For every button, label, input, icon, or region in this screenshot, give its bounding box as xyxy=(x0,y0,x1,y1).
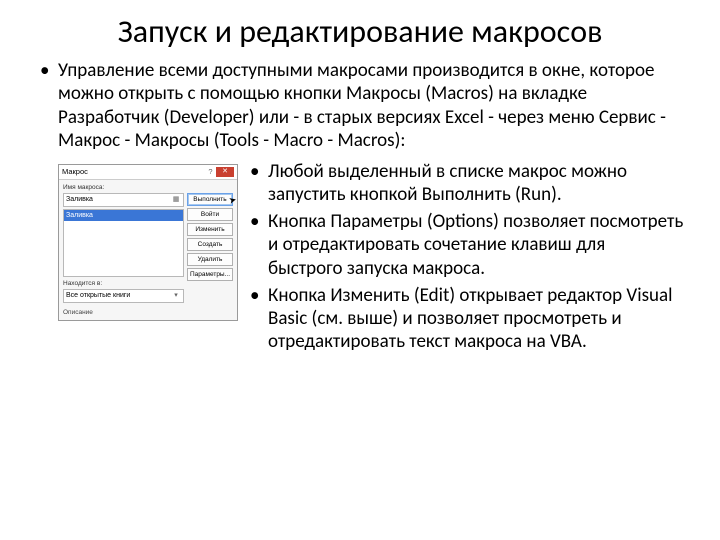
dialog-window: Макрос ? ✕ Имя макроса: Заливка ▦ Заливк… xyxy=(58,164,238,321)
location-value: Все открытые книги xyxy=(66,290,171,302)
close-icon[interactable]: ✕ xyxy=(216,167,234,177)
bullet-item: Любой выделенный в списке макрос можно з… xyxy=(248,160,684,206)
macro-name-input[interactable]: Заливка ▦ xyxy=(63,193,184,207)
slide-title: Запуск и редактирование макросов xyxy=(36,14,684,49)
bullet-item: Кнопка Изменить (Edit) открывает редакто… xyxy=(248,284,684,354)
options-button[interactable]: Параметры... xyxy=(187,268,233,281)
bullet-item: Кнопка Параметры (Options) позволяет пос… xyxy=(248,210,684,280)
delete-button[interactable]: Удалить xyxy=(187,253,233,266)
cursor-icon: ➤ xyxy=(228,194,238,207)
location-label: Находится в: xyxy=(63,280,184,287)
macro-list-item-selected[interactable]: Заливка xyxy=(64,210,183,221)
macros-dialog-screenshot: Макрос ? ✕ Имя макроса: Заливка ▦ Заливк… xyxy=(58,164,238,321)
name-label: Имя макроса: xyxy=(63,184,184,191)
run-button[interactable]: Выполнить ➤ xyxy=(187,193,233,206)
refedit-icon[interactable]: ▦ xyxy=(171,194,181,206)
macro-name-value: Заливка xyxy=(66,194,171,206)
dialog-titlebar: Макрос ? ✕ xyxy=(59,165,237,180)
description-label: Описание xyxy=(59,309,237,320)
location-select[interactable]: Все открытые книги ▾ xyxy=(63,289,184,303)
bullet-list: Любой выделенный в списке макрос можно з… xyxy=(248,160,684,357)
slide: Запуск и редактирование макросов Управле… xyxy=(0,0,720,357)
edit-button[interactable]: Изменить xyxy=(187,223,233,236)
intro-paragraph: Управление всеми доступными макросами пр… xyxy=(36,59,684,152)
help-icon[interactable]: ? xyxy=(205,167,216,177)
step-into-button[interactable]: Войти xyxy=(187,208,233,221)
macro-list[interactable]: Заливка xyxy=(63,209,184,277)
content-row: Макрос ? ✕ Имя макроса: Заливка ▦ Заливк… xyxy=(36,160,684,357)
create-button[interactable]: Создать xyxy=(187,238,233,251)
chevron-down-icon: ▾ xyxy=(171,290,181,302)
run-button-label: Выполнить xyxy=(193,196,226,203)
dialog-title-text: Макрос xyxy=(62,167,205,176)
